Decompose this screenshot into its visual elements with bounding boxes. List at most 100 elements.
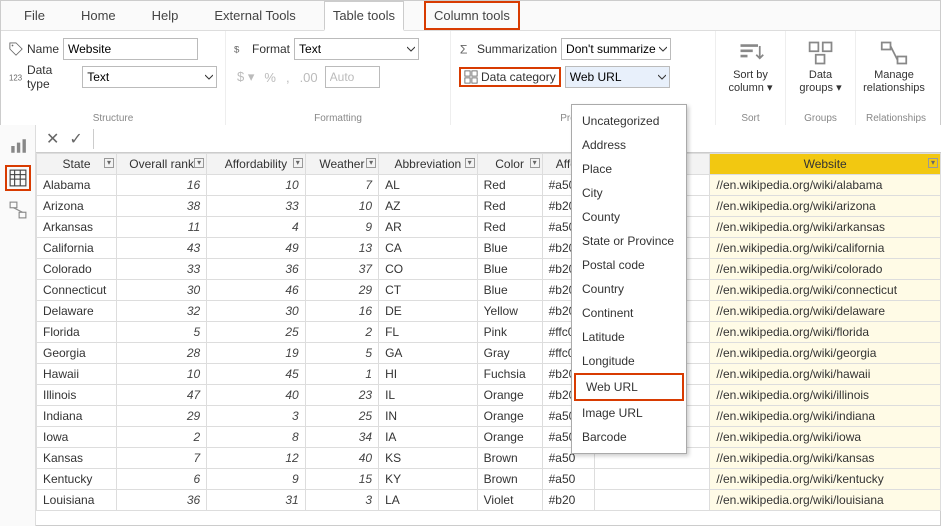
dropdown-item[interactable]: Image URL — [572, 401, 686, 425]
table-row[interactable]: Iowa2834IAOrange#a50//en.wikipedia.org/w… — [37, 427, 941, 448]
tab-table-tools[interactable]: Table tools — [324, 1, 404, 31]
dropdown-item[interactable]: County — [572, 205, 686, 229]
summarization-select[interactable]: Don't summarize — [561, 38, 671, 60]
model-view-button[interactable] — [5, 197, 31, 223]
table-row[interactable]: Hawaii10451HIFuchsia#b20//en.wikipedia.o… — [37, 364, 941, 385]
table-row[interactable]: California434913CABlue#b20//en.wikipedia… — [37, 238, 941, 259]
column-header[interactable]: Affordability▾ — [207, 154, 306, 175]
svg-text:$: $ — [234, 45, 240, 56]
filter-icon[interactable]: ▾ — [530, 158, 540, 168]
format-select[interactable]: Text — [294, 38, 419, 60]
filter-icon[interactable]: ▾ — [928, 158, 938, 168]
table-row[interactable]: Florida5252FLPink#ffc0//en.wikipedia.org… — [37, 322, 941, 343]
cell: 10 — [305, 196, 378, 217]
filter-icon[interactable]: ▾ — [366, 158, 376, 168]
cell: 10 — [117, 364, 207, 385]
cancel-formula-button[interactable]: ✕ — [46, 129, 59, 149]
cell: AR — [379, 217, 478, 238]
cell: //en.wikipedia.org/wiki/colorado — [710, 259, 941, 280]
dropdown-item[interactable]: Latitude — [572, 325, 686, 349]
table-row[interactable]: Georgia28195GAGray#ffc0//en.wikipedia.or… — [37, 343, 941, 364]
filter-icon[interactable]: ▾ — [104, 158, 114, 168]
cell: Connecticut — [37, 280, 117, 301]
cell: LA — [379, 490, 478, 511]
dropdown-item[interactable]: Continent — [572, 301, 686, 325]
cell: HI — [379, 364, 478, 385]
cell: 40 — [305, 448, 378, 469]
dropdown-item[interactable]: City — [572, 181, 686, 205]
datatype-select[interactable]: Text — [82, 66, 217, 88]
cell: 9 — [207, 469, 306, 490]
cell: 38 — [117, 196, 207, 217]
column-header[interactable]: Abbreviation▾ — [379, 154, 478, 175]
filter-icon[interactable]: ▾ — [293, 158, 303, 168]
report-view-button[interactable] — [5, 133, 31, 159]
cell: //en.wikipedia.org/wiki/connecticut — [710, 280, 941, 301]
dropdown-item[interactable]: Web URL — [574, 373, 684, 401]
table-row[interactable]: Louisiana36313LAViolet#b20//en.wikipedia… — [37, 490, 941, 511]
data-groups-button[interactable]: Datagroups ▾ — [794, 39, 847, 95]
cell: Violet — [477, 490, 542, 511]
dropdown-item[interactable]: Barcode — [572, 425, 686, 449]
tag-icon — [9, 42, 23, 56]
currency-button[interactable]: $ ▾ — [234, 69, 257, 85]
column-header[interactable]: Overall rank▾ — [117, 154, 207, 175]
percent-button[interactable]: % — [261, 70, 279, 85]
cell: 16 — [117, 175, 207, 196]
cell: Fuchsia — [477, 364, 542, 385]
dropdown-item[interactable]: Country — [572, 277, 686, 301]
data-category-dropdown[interactable]: UncategorizedAddressPlaceCityCountyState… — [571, 104, 687, 454]
dropdown-item[interactable]: State or Province — [572, 229, 686, 253]
name-input[interactable] — [63, 38, 198, 60]
formula-input[interactable] — [93, 129, 941, 149]
filter-icon[interactable]: ▾ — [465, 158, 475, 168]
dropdown-item[interactable]: Place — [572, 157, 686, 181]
table-row[interactable]: Delaware323016DEYellow#b20//en.wikipedia… — [37, 301, 941, 322]
cell: Red — [477, 175, 542, 196]
cell: 43 — [117, 238, 207, 259]
table-row[interactable]: Arkansas1149ARRed#a50//en.wikipedia.org/… — [37, 217, 941, 238]
dropdown-item[interactable]: Postal code — [572, 253, 686, 277]
dropdown-item[interactable]: Uncategorized — [572, 109, 686, 133]
cell: Illinois — [37, 385, 117, 406]
cell: 8 — [207, 427, 306, 448]
table-row[interactable]: Colorado333637COBlue#b20//en.wikipedia.o… — [37, 259, 941, 280]
cell: 49 — [207, 238, 306, 259]
tab-file[interactable]: File — [16, 1, 53, 30]
dropdown-item[interactable]: Longitude — [572, 349, 686, 373]
column-header[interactable]: Color▾ — [477, 154, 542, 175]
column-header[interactable]: Weather▾ — [305, 154, 378, 175]
tab-home[interactable]: Home — [73, 1, 124, 30]
sort-by-column-button[interactable]: Sort bycolumn ▾ — [724, 39, 777, 95]
column-header[interactable]: Website▾ — [710, 154, 941, 175]
tab-help[interactable]: Help — [144, 1, 187, 30]
data-grid[interactable]: State▾Overall rank▾Affordability▾Weather… — [36, 153, 941, 526]
table-row[interactable]: Alabama16107ALRed#a50//en.wikipedia.org/… — [37, 175, 941, 196]
datatype-icon: 123 — [9, 70, 23, 84]
data-view-button[interactable] — [5, 165, 31, 191]
cell: //en.wikipedia.org/wiki/illinois — [710, 385, 941, 406]
tab-column-tools[interactable]: Column tools — [424, 1, 520, 30]
cell: Indiana — [37, 406, 117, 427]
commit-formula-button[interactable]: ✓ — [69, 129, 82, 149]
cell: //en.wikipedia.org/wiki/hawaii — [710, 364, 941, 385]
dropdown-item[interactable]: Address — [572, 133, 686, 157]
table-row[interactable]: Indiana29325INOrange#a50//en.wikipedia.o… — [37, 406, 941, 427]
column-header[interactable]: State▾ — [37, 154, 117, 175]
table-row[interactable]: Kansas71240KSBrown#a50//en.wikipedia.org… — [37, 448, 941, 469]
cell: Kansas — [37, 448, 117, 469]
table-row[interactable]: Connecticut304629CTBlue#b20//en.wikipedi… — [37, 280, 941, 301]
data-category-select[interactable]: Web URL — [565, 66, 670, 88]
cell: #a50 — [542, 469, 594, 490]
cell: Orange — [477, 427, 542, 448]
cell: //en.wikipedia.org/wiki/florida — [710, 322, 941, 343]
comma-button[interactable]: , — [283, 70, 293, 85]
cell: 5 — [117, 322, 207, 343]
table-row[interactable]: Arizona383310AZRed#b20//en.wikipedia.org… — [37, 196, 941, 217]
decimal-button[interactable]: .00 — [297, 70, 321, 85]
filter-icon[interactable]: ▾ — [194, 158, 204, 168]
manage-relationships-button[interactable]: Managerelationships — [864, 39, 924, 95]
table-row[interactable]: Illinois474023ILOrange#b20//en.wikipedia… — [37, 385, 941, 406]
tab-external-tools[interactable]: External Tools — [206, 1, 303, 30]
table-row[interactable]: Kentucky6915KYBrown#a50//en.wikipedia.or… — [37, 469, 941, 490]
